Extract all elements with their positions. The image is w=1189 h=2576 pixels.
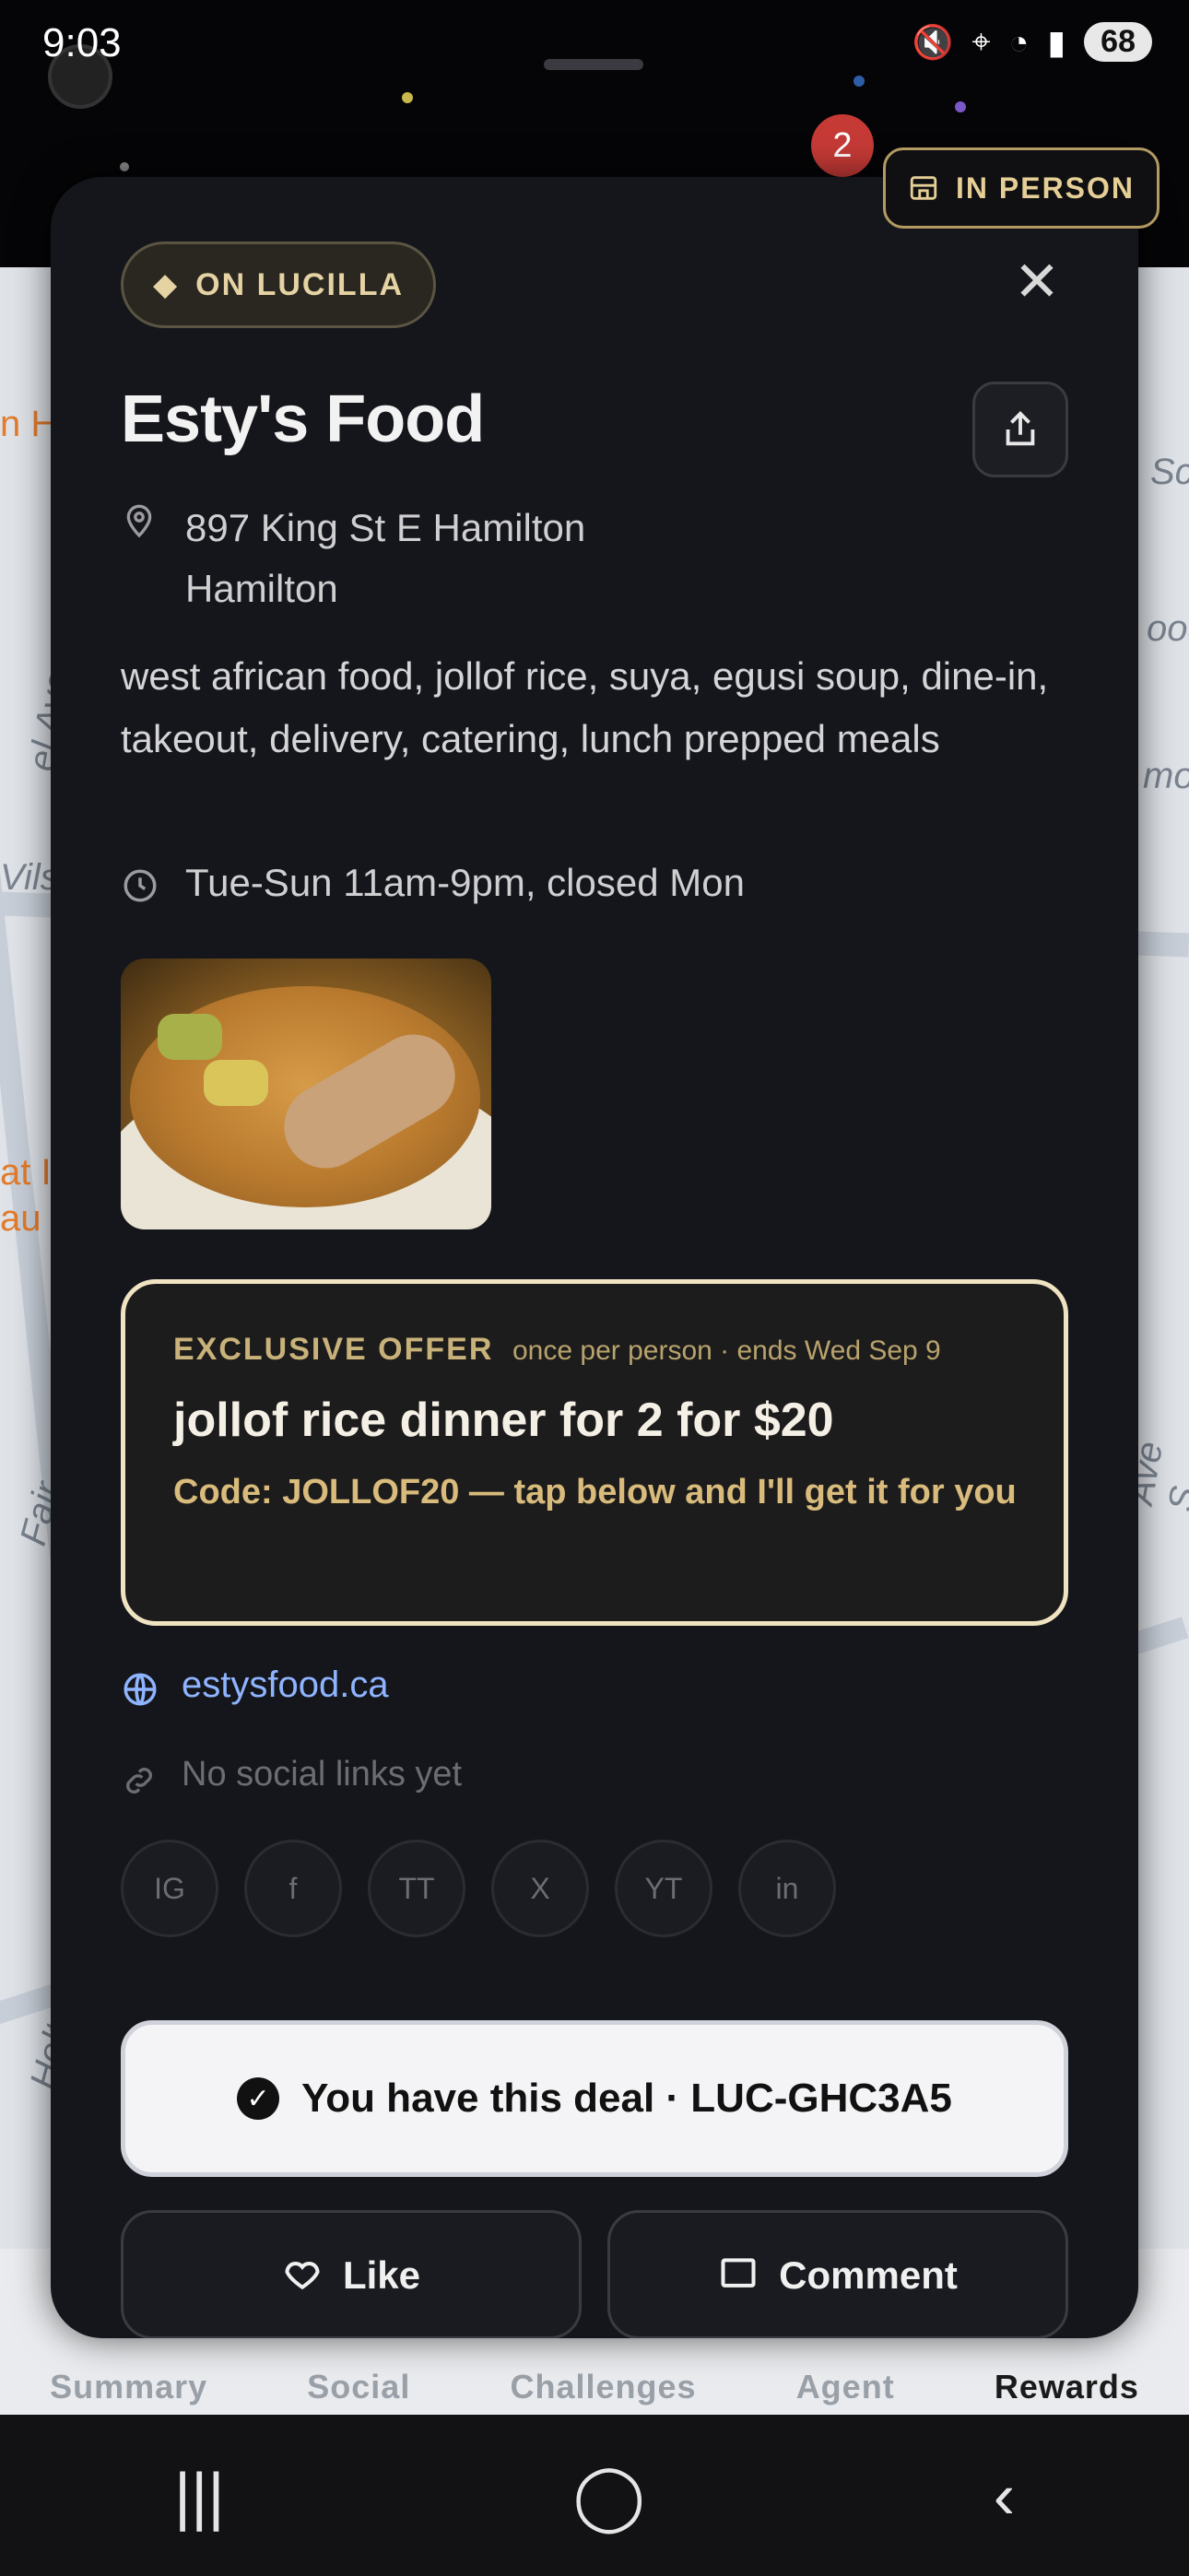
like-label: Like [342, 2253, 421, 2297]
photo-vegetable [158, 1014, 222, 1060]
star-decoration [955, 101, 966, 112]
back-icon[interactable]: ‹ [994, 2459, 1015, 2533]
address-line-2: Hamilton [185, 567, 338, 610]
star-decoration [402, 92, 413, 103]
x-button[interactable]: X [491, 1840, 589, 1937]
linkedin-button[interactable]: in [738, 1840, 836, 1937]
social-buttons: IG f TT X YT in [121, 1840, 836, 1937]
star-decoration [853, 76, 865, 87]
deal-text: You have this deal · LUC-GHC3A5 [301, 2076, 952, 2121]
business-name: Esty's Food [121, 382, 485, 456]
mute-icon: 🔇 [912, 22, 954, 61]
link-icon [126, 1768, 152, 1794]
offer-meta: once per person · ends Wed Sep 9 [512, 1335, 941, 1366]
in-person-button[interactable]: IN PERSON [883, 147, 1160, 229]
drag-handle[interactable] [544, 59, 643, 70]
photo-vegetable [204, 1060, 268, 1106]
comment-icon [721, 2258, 756, 2288]
map-label: ood [1147, 608, 1189, 649]
tiktok-button[interactable]: TT [368, 1840, 465, 1937]
exclusive-offer-card[interactable]: EXCLUSIVE OFFER once per person · ends W… [121, 1279, 1068, 1626]
business-description: west african food, jollof rice, suya, eg… [121, 654, 1049, 760]
business-hours: Tue-Sun 11am-9pm, closed Mon [185, 861, 745, 904]
wifi-icon: ◔ [1008, 22, 1030, 61]
globe-icon [124, 1673, 157, 1706]
check-circle-icon: ✓ [237, 2077, 280, 2120]
clock-icon [124, 869, 157, 902]
offer-title: jollof rice dinner for 2 for $20 [173, 1394, 834, 1447]
offer-tag: EXCLUSIVE OFFER [173, 1332, 494, 1367]
close-icon[interactable]: ✕ [1009, 254, 1065, 310]
map-label: at I [0, 1152, 52, 1193]
youtube-button[interactable]: YT [615, 1840, 712, 1937]
heart-icon [285, 2262, 320, 2290]
status-time: 9:03 [42, 20, 122, 65]
comment-button[interactable]: Comment [607, 2210, 1068, 2338]
map-label: mor [1143, 756, 1189, 796]
location-pin-icon [126, 504, 152, 538]
website-link[interactable]: estysfood.ca [182, 1664, 389, 1706]
recent-apps-icon[interactable]: ||| [174, 2459, 225, 2533]
offer-code: Code: JOLLOF20 — tap below and I'll get … [173, 1473, 1017, 1511]
comment-label: Comment [779, 2253, 958, 2297]
map-label: au [0, 1198, 41, 1239]
in-person-label: IN PERSON [955, 171, 1136, 205]
location-icon: ⌖ [971, 22, 991, 60]
diamond-icon: ◆ [153, 267, 180, 302]
signal-icon: ▮ [1047, 22, 1066, 61]
notification-badge[interactable]: 2 [811, 114, 874, 177]
instagram-button[interactable]: IG [121, 1840, 218, 1937]
chip-label: ON LUCILLA [195, 266, 405, 302]
store-icon [910, 176, 937, 200]
system-navigation-bar: ||| ◯ ‹ [0, 2415, 1189, 2576]
map-label: Sc [1150, 452, 1189, 492]
address-line-1: 897 King St E Hamilton [185, 506, 586, 549]
facebook-button[interactable]: f [244, 1840, 342, 1937]
business-detail-modal: ◆ ON LUCILLA ✕ Esty's Food 897 King St E… [51, 177, 1138, 2338]
share-icon [1006, 411, 1035, 446]
food-photo[interactable] [121, 959, 491, 1229]
battery-indicator: 68 [1084, 22, 1152, 62]
home-icon[interactable]: ◯ [572, 2458, 644, 2534]
no-social-text: No social links yet [182, 1755, 463, 1794]
star-decoration [120, 162, 129, 171]
on-lucilla-chip: ◆ ON LUCILLA [121, 241, 437, 328]
share-button[interactable] [972, 382, 1068, 477]
address[interactable]: 897 King St E Hamilton Hamilton [185, 498, 585, 619]
status-icons: 🔇 ⌖ ◔ ▮ 68 [912, 22, 1152, 62]
map-label: n H [0, 404, 58, 444]
like-button[interactable]: Like [121, 2210, 582, 2338]
deal-claimed-button[interactable]: ✓ You have this deal · LUC-GHC3A5 [121, 2020, 1068, 2177]
